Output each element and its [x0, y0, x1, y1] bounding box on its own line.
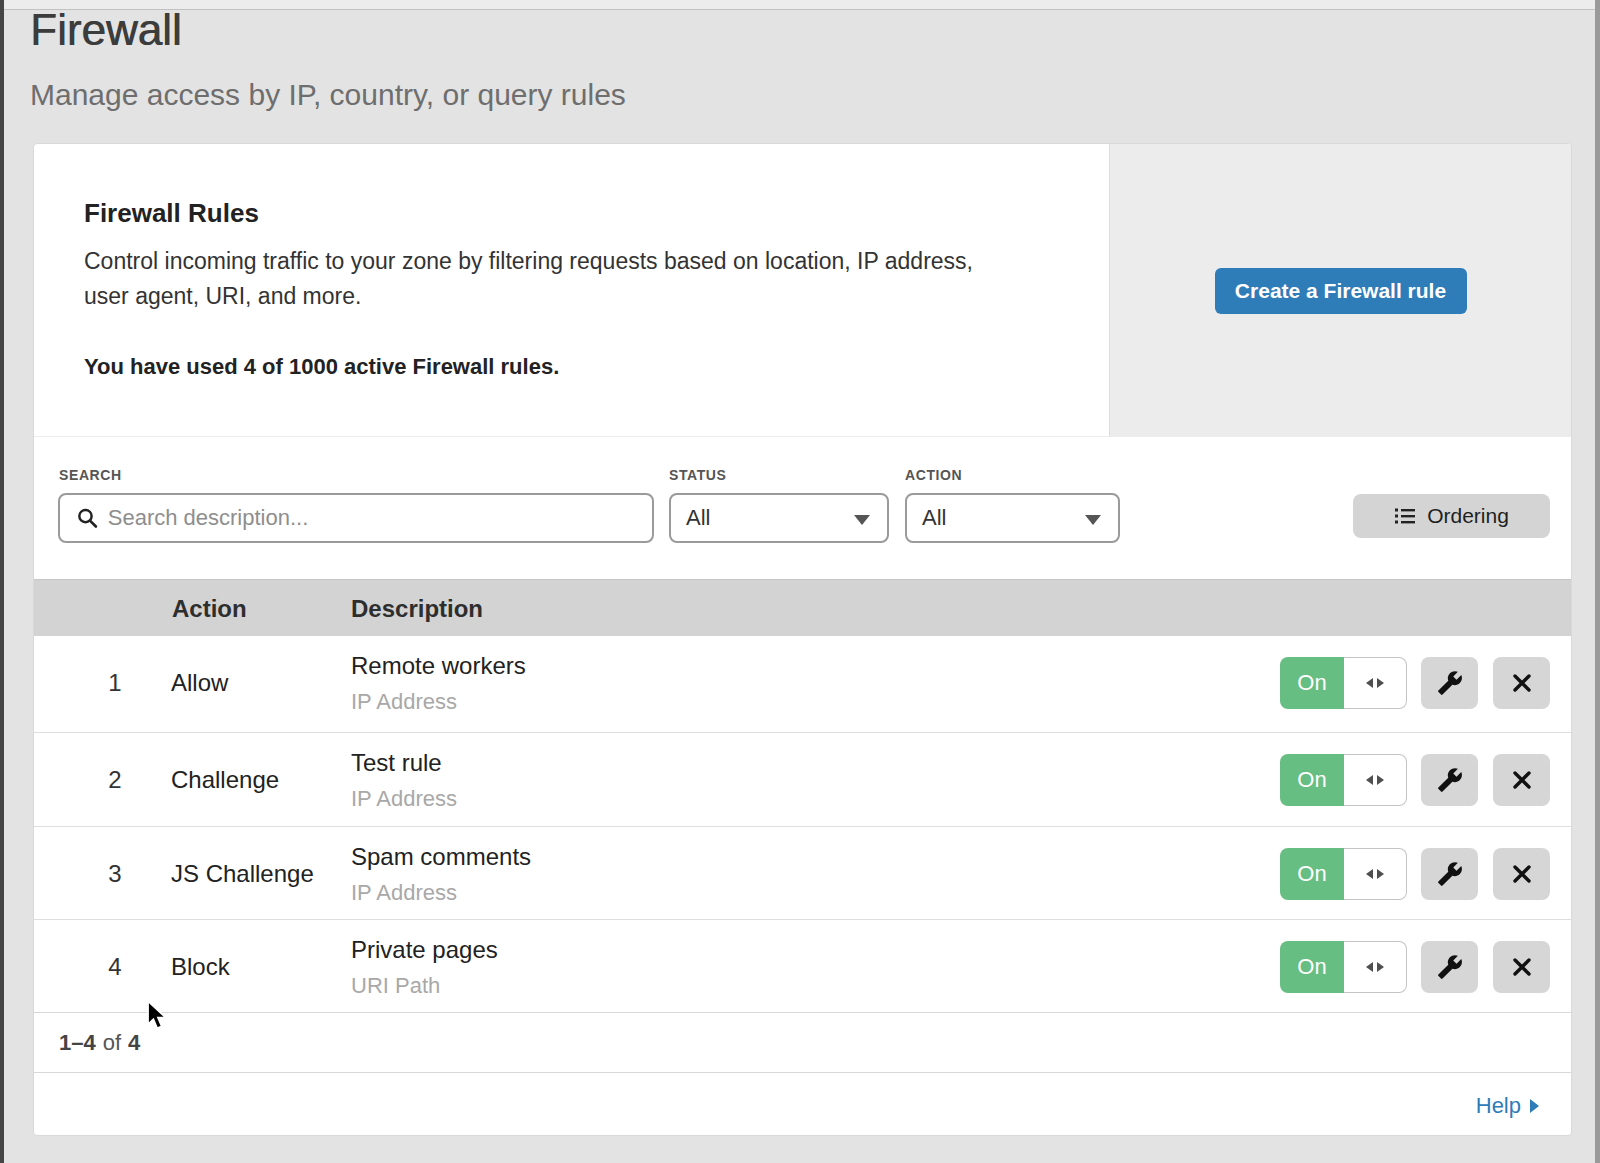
rule-description: Spam comments: [351, 843, 531, 871]
rule-priority: 4: [95, 953, 135, 981]
delete-rule-button[interactable]: [1493, 941, 1550, 993]
rule-toggle[interactable]: On: [1280, 941, 1407, 993]
table-row: 4 Block Private pages URI Path On: [34, 919, 1571, 1013]
search-icon: [76, 506, 99, 530]
status-select-value: All: [686, 505, 710, 531]
rule-action: Challenge: [171, 766, 279, 794]
rule-priority: 3: [95, 860, 135, 888]
edit-rule-button[interactable]: [1421, 941, 1478, 993]
chevron-down-icon: [1085, 515, 1101, 525]
rule-action: Block: [171, 953, 230, 981]
search-input[interactable]: [106, 504, 652, 532]
rule-description: Private pages: [351, 936, 498, 964]
status-label: STATUS: [669, 467, 727, 483]
table-row: 3 JS Challenge Spam comments IP Address …: [34, 826, 1571, 919]
rule-match-type: IP Address: [351, 786, 457, 812]
rule-description: Remote workers: [351, 652, 526, 680]
wrench-icon: [1437, 670, 1463, 696]
edit-rule-button[interactable]: [1421, 657, 1478, 709]
rule-action: JS Challenge: [171, 860, 314, 888]
column-header-description: Description: [351, 595, 483, 623]
table-row: 1 Allow Remote workers IP Address On: [34, 636, 1571, 732]
pagination-total: 4: [128, 1030, 140, 1056]
firewall-rules-card: Firewall Rules Control incoming traffic …: [33, 143, 1572, 1136]
table-header: Action Description: [34, 579, 1571, 636]
search-box[interactable]: [58, 493, 654, 543]
help-link[interactable]: Help: [1476, 1093, 1539, 1119]
wrench-icon: [1437, 767, 1463, 793]
status-select[interactable]: All: [669, 493, 889, 543]
edit-rule-button[interactable]: [1421, 754, 1478, 806]
rule-priority: 2: [95, 766, 135, 794]
rule-match-type: IP Address: [351, 689, 457, 715]
help-label: Help: [1476, 1093, 1521, 1119]
rule-action: Allow: [171, 669, 228, 697]
rules-table-body: 1 Allow Remote workers IP Address On 2 C…: [34, 636, 1571, 1013]
search-label: SEARCH: [59, 467, 122, 483]
card-top-right-panel: Create a Firewall rule: [1109, 144, 1571, 437]
toggle-on-segment[interactable]: On: [1280, 848, 1344, 900]
close-icon: [1511, 956, 1533, 978]
toggle-arrows-icon[interactable]: [1344, 848, 1407, 900]
column-header-action: Action: [172, 595, 247, 623]
usage-summary: You have used 4 of 1000 active Firewall …: [84, 354, 559, 380]
card-top-section: Firewall Rules Control incoming traffic …: [34, 144, 1571, 437]
rule-toggle[interactable]: On: [1280, 848, 1407, 900]
ordering-button[interactable]: Ordering: [1353, 494, 1550, 538]
ordering-label: Ordering: [1427, 504, 1509, 528]
pagination-range: 1–4: [59, 1030, 96, 1056]
mouse-cursor: [146, 1000, 173, 1030]
window-top-edge: [0, 0, 1600, 10]
delete-rule-button[interactable]: [1493, 657, 1550, 709]
help-row: Help: [34, 1073, 1571, 1136]
filter-bar: SEARCH STATUS ACTION All All Ordering: [34, 437, 1571, 579]
card-description: Control incoming traffic to your zone by…: [84, 244, 1014, 314]
rule-priority: 1: [95, 669, 135, 697]
rule-match-type: URI Path: [351, 973, 440, 999]
action-select[interactable]: All: [905, 493, 1120, 543]
table-row: 2 Challenge Test rule IP Address On: [34, 732, 1571, 826]
window-right-edge: [1595, 0, 1600, 1163]
window-left-edge: [0, 0, 4, 1163]
toggle-on-segment[interactable]: On: [1280, 754, 1344, 806]
rule-description: Test rule: [351, 749, 442, 777]
rule-toggle[interactable]: On: [1280, 754, 1407, 806]
close-icon: [1511, 672, 1533, 694]
create-firewall-rule-button[interactable]: Create a Firewall rule: [1215, 268, 1467, 314]
action-label: ACTION: [905, 467, 962, 483]
close-icon: [1511, 863, 1533, 885]
rule-toggle[interactable]: On: [1280, 657, 1407, 709]
ordering-list-icon: [1394, 505, 1416, 527]
close-icon: [1511, 769, 1533, 791]
toggle-on-segment[interactable]: On: [1280, 657, 1344, 709]
toggle-arrows-icon[interactable]: [1344, 754, 1407, 806]
page-subtitle: Manage access by IP, country, or query r…: [30, 78, 626, 112]
pagination-of: of: [103, 1030, 121, 1056]
page-title: Firewall: [30, 5, 182, 55]
delete-rule-button[interactable]: [1493, 754, 1550, 806]
rule-match-type: IP Address: [351, 880, 457, 906]
edit-rule-button[interactable]: [1421, 848, 1478, 900]
delete-rule-button[interactable]: [1493, 848, 1550, 900]
card-heading: Firewall Rules: [84, 198, 259, 229]
wrench-icon: [1437, 861, 1463, 887]
toggle-arrows-icon[interactable]: [1344, 941, 1407, 993]
pagination: 1–4 of 4: [34, 1013, 1571, 1073]
help-arrow-icon: [1530, 1099, 1539, 1113]
toggle-arrows-icon[interactable]: [1344, 657, 1407, 709]
wrench-icon: [1437, 954, 1463, 980]
chevron-down-icon: [854, 515, 870, 525]
action-select-value: All: [922, 505, 946, 531]
toggle-on-segment[interactable]: On: [1280, 941, 1344, 993]
